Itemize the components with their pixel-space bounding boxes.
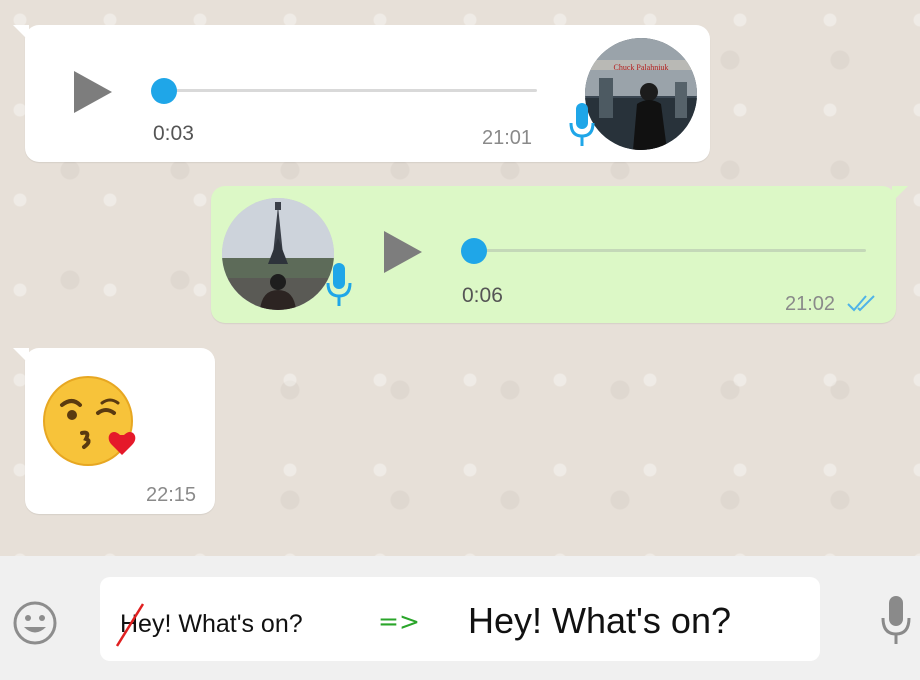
play-icon[interactable] bbox=[74, 71, 112, 113]
typed-text: Hey! What's on? bbox=[120, 610, 303, 638]
voice-progress-track[interactable] bbox=[474, 249, 866, 252]
sender-avatar[interactable]: Chuck Palahniuk bbox=[585, 38, 697, 150]
own-avatar[interactable] bbox=[222, 198, 334, 310]
correction-arrow: => bbox=[378, 607, 420, 636]
voice-progress-knob[interactable] bbox=[151, 78, 177, 104]
message-time: 21:01 bbox=[482, 127, 533, 149]
kissing-face-heart-emoji bbox=[42, 375, 142, 476]
message-time: 21:02 bbox=[785, 293, 836, 315]
voice-duration: 0:03 bbox=[153, 122, 194, 145]
mic-icon[interactable] bbox=[880, 596, 912, 651]
strike-mark bbox=[113, 602, 147, 648]
corrected-text: Hey! What's on? bbox=[468, 600, 731, 641]
voice-duration: 0:06 bbox=[462, 284, 503, 307]
play-icon[interactable] bbox=[384, 231, 422, 273]
message-time: 22:15 bbox=[146, 484, 197, 506]
avatar-caption: Chuck Palahniuk bbox=[614, 63, 669, 72]
voice-progress-track[interactable] bbox=[164, 89, 537, 92]
mic-icon bbox=[325, 263, 353, 312]
double-check-icon bbox=[846, 292, 880, 319]
smiley-icon[interactable] bbox=[12, 600, 58, 651]
mic-icon bbox=[568, 103, 596, 152]
voice-progress-knob[interactable] bbox=[461, 238, 487, 264]
